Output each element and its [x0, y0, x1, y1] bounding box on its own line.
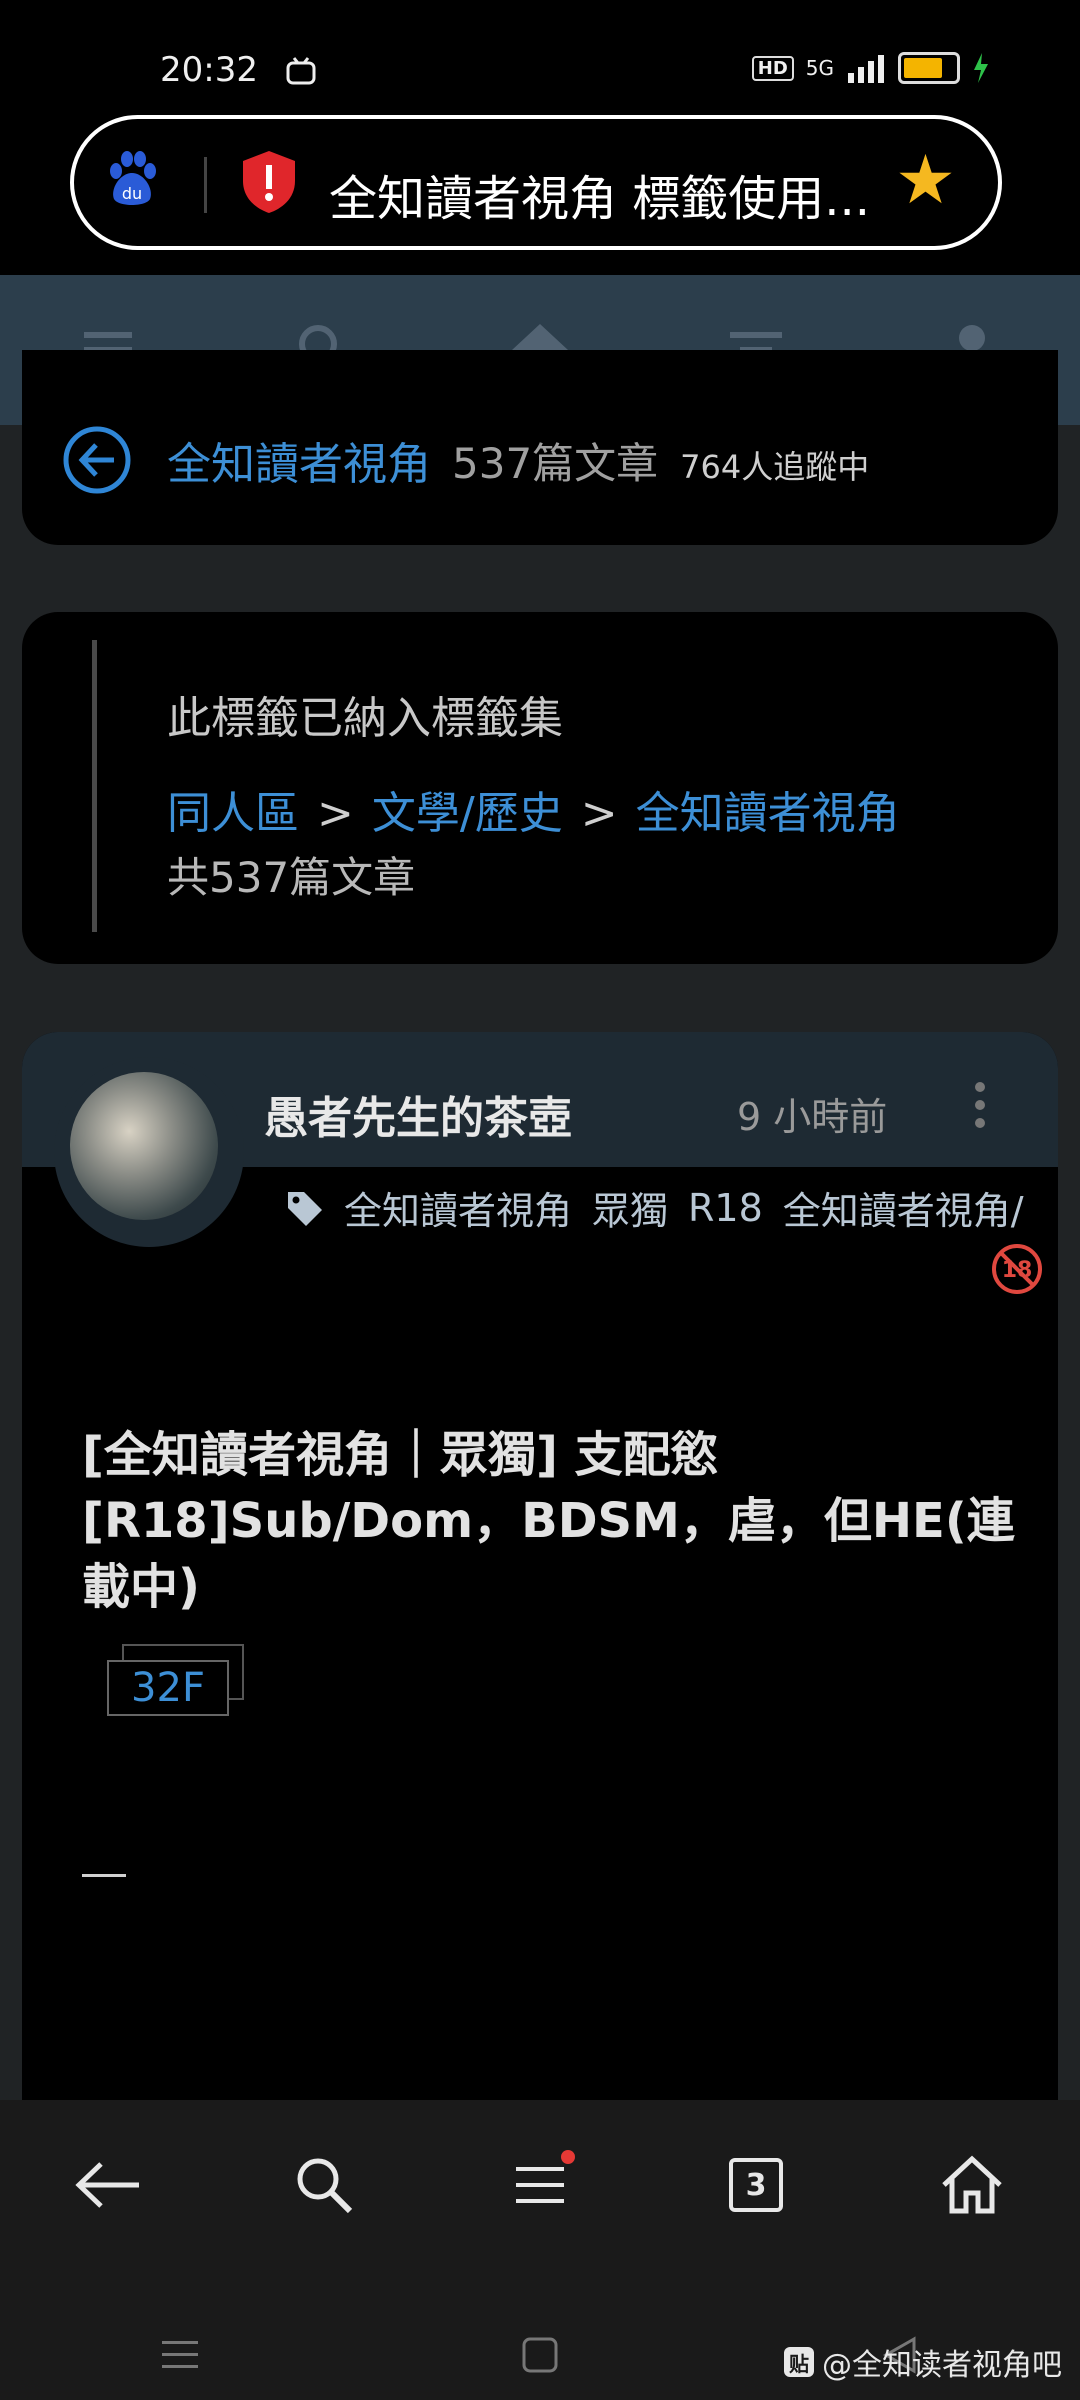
address-bar[interactable]: du 全知讀者視角 標籤使用... ★	[70, 115, 1002, 250]
back-arrow-icon[interactable]	[62, 425, 132, 495]
post-tag[interactable]: 全知讀者視角/	[783, 1180, 1024, 1235]
dash-line	[82, 1874, 126, 1877]
tagset-title: 此標籤已納入標籤集	[167, 693, 563, 744]
bookmark-star-icon[interactable]: ★	[895, 147, 956, 215]
home-square-icon[interactable]	[520, 2335, 560, 2375]
breadcrumb-fanfic[interactable]: 同人區	[167, 788, 299, 839]
quote-bar	[92, 640, 97, 932]
signal-icon	[848, 55, 884, 83]
tieba-logo: 贴	[784, 2347, 814, 2377]
post-card[interactable]: 愚者先生的茶壺 9 小時前 全知讀者視角 眾獨 R18 全知讀者視角/ 18 […	[22, 1032, 1058, 2132]
breadcrumb-literature[interactable]: 文學/歷史	[372, 788, 563, 839]
follower-count: 764人追蹤中	[680, 448, 870, 486]
post-tag[interactable]: R18	[688, 1186, 763, 1230]
tag-header-card: 全知讀者視角 537篇文章 764人追蹤中	[22, 350, 1058, 545]
floor-badge: 32F	[107, 1660, 229, 1716]
battery-icon	[898, 52, 960, 84]
tag-name[interactable]: 全知讀者視角	[167, 428, 431, 492]
watermark-text: @全知读者视角吧	[822, 2348, 1062, 2383]
home-button[interactable]	[927, 2140, 1017, 2230]
browser-bottom-bar: 3 贴 @全知读者视角吧	[0, 2100, 1080, 2400]
menu-icon	[516, 2167, 564, 2203]
breadcrumb: 同人區 > 文學/歷史 > 全知讀者視角	[167, 777, 900, 841]
tabs-button[interactable]: 3	[711, 2140, 801, 2230]
breadcrumb-tag[interactable]: 全知讀者視角	[636, 788, 900, 839]
tagset-card: 此標籤已納入標籤集 同人區 > 文學/歷史 > 全知讀者視角 共537篇文章	[22, 612, 1058, 964]
tagset-count: 共537篇文章	[167, 853, 416, 902]
security-warning-shield-icon[interactable]	[239, 149, 299, 215]
post-time: 9 小時前	[737, 1095, 888, 1139]
network-label: 5G	[805, 56, 834, 80]
article-count: 537篇文章	[452, 439, 659, 488]
home-icon	[942, 2155, 1002, 2214]
baidu-icon[interactable]: du	[102, 149, 162, 209]
post-tag[interactable]: 全知讀者視角	[344, 1180, 572, 1235]
post-tags: 全知讀者視角 眾獨 R18 全知讀者視角/	[284, 1180, 1024, 1235]
browser-nav: 3	[0, 2100, 1080, 2270]
back-arrow-icon	[75, 2162, 139, 2208]
post-title[interactable]: [全知讀者視角｜眾獨] 支配慾[R18]Sub/Dom，BDSM，虐，但HE(連…	[82, 1422, 1022, 1620]
menu-button[interactable]	[495, 2140, 585, 2230]
tabs-count: 3	[729, 2158, 783, 2212]
more-options-icon[interactable]	[970, 1077, 990, 1137]
hd-icon: HD	[751, 55, 794, 81]
tag-icon	[288, 1191, 322, 1226]
page-title[interactable]: 全知讀者視角 標籤使用...	[329, 159, 870, 229]
back-button[interactable]	[63, 2140, 153, 2230]
recents-icon[interactable]	[160, 2335, 200, 2375]
status-icons: HD 5G	[751, 52, 990, 84]
watermark: 贴 @全知读者视角吧	[784, 2340, 1062, 2384]
notification-dot	[561, 2150, 575, 2164]
author-name[interactable]: 愚者先生的茶壺	[264, 1082, 572, 1146]
breadcrumb-separator: >	[317, 788, 354, 839]
breadcrumb-separator: >	[580, 788, 618, 839]
svg-text:du: du	[122, 184, 142, 203]
bilibili-notification-icon	[286, 57, 316, 85]
search-button[interactable]	[279, 2140, 369, 2230]
tag-stats: 537篇文章 764人追蹤中	[452, 430, 869, 491]
charging-icon	[974, 53, 988, 83]
status-time: 20:32	[160, 50, 258, 90]
search-icon	[297, 2158, 353, 2214]
divider	[204, 157, 207, 213]
avatar[interactable]	[70, 1072, 218, 1220]
status-bar: 20:32 HD 5G	[0, 0, 1080, 110]
r18-icon: 18	[992, 1244, 1042, 1294]
post-tag[interactable]: 眾獨	[592, 1180, 668, 1235]
